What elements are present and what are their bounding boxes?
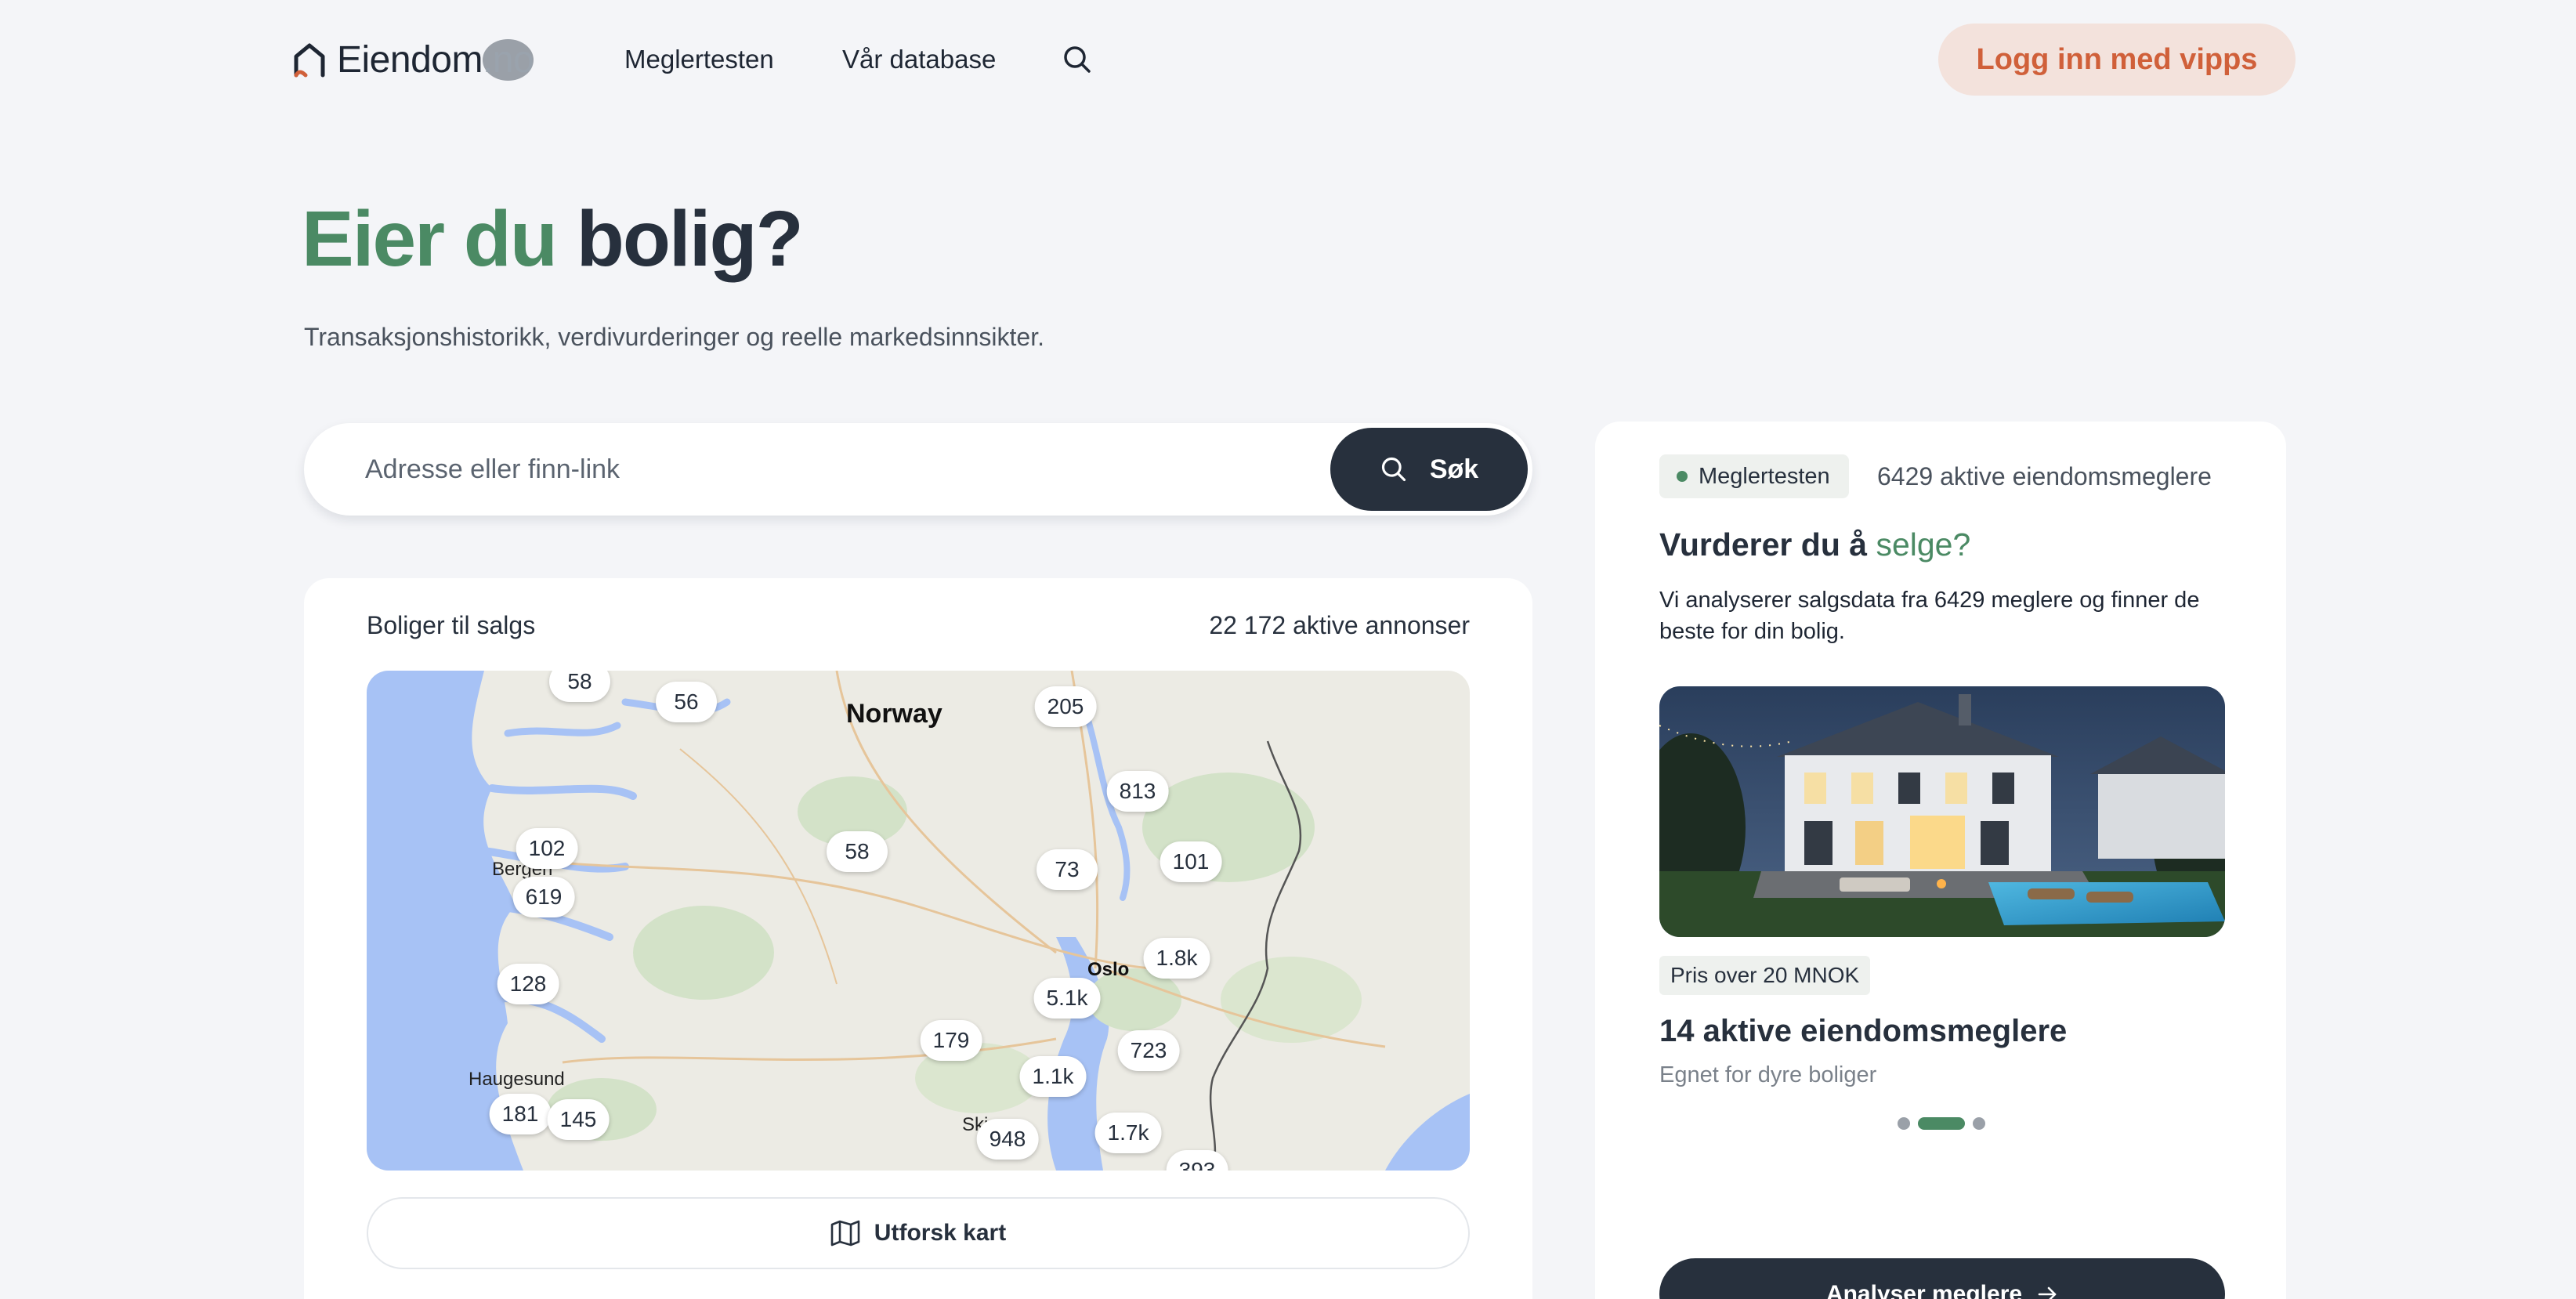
arrow-right-icon bbox=[2038, 1286, 2057, 1299]
address-search-input[interactable] bbox=[365, 447, 1274, 492]
analyse-button-label: Analyser meglere bbox=[1825, 1281, 2023, 1299]
nav-var-database[interactable]: Vår database bbox=[842, 41, 996, 78]
sell-description: Vi analyserer salgsdata fra 6429 meglere… bbox=[1659, 588, 2200, 644]
price-tag: Pris over 20 MNOK bbox=[1659, 956, 1871, 995]
hero-title-dark: bolig? bbox=[576, 195, 804, 283]
house-logo-icon bbox=[294, 43, 325, 78]
map-pin[interactable]: 56 bbox=[656, 682, 717, 722]
map-pin[interactable]: 205 bbox=[1034, 686, 1097, 727]
status-dot-icon bbox=[1677, 471, 1688, 482]
slide-subtitle: Egnet for dyre boliger bbox=[1659, 1062, 1877, 1087]
map-pin[interactable]: 393 bbox=[1166, 1150, 1228, 1171]
map-pin[interactable]: 1.1k bbox=[1019, 1056, 1087, 1097]
map-pin[interactable]: 181 bbox=[489, 1094, 552, 1134]
map-pin[interactable]: 73 bbox=[1037, 849, 1098, 890]
map-pin[interactable]: 723 bbox=[1117, 1030, 1180, 1071]
logo-text: Eiendom.no bbox=[337, 38, 534, 81]
listings-map-card: Boliger til salgs 22 172 aktive annonser bbox=[304, 578, 1532, 1299]
search-bar: Søk bbox=[304, 423, 1532, 516]
explore-map-label: Utforsk kart bbox=[874, 1220, 1007, 1246]
map-label-haugesund: Haugesund bbox=[469, 1069, 565, 1090]
map-card-title: Boliger til salgs bbox=[367, 611, 536, 639]
slide-agent-count: 14 aktive eiendomsmeglere bbox=[1659, 1014, 2068, 1048]
map-pin[interactable]: 1.8k bbox=[1143, 938, 1210, 979]
sell-title: Vurderer du å selge? bbox=[1659, 526, 1971, 563]
active-listings-count: 22 172 aktive annonser bbox=[1209, 611, 1470, 639]
house-image bbox=[1659, 686, 2225, 937]
map-icon bbox=[830, 1220, 860, 1247]
map-pin[interactable]: 58 bbox=[827, 831, 888, 872]
map-pin[interactable]: 1.7k bbox=[1094, 1113, 1162, 1153]
map-label-oslo: Oslo bbox=[1087, 959, 1130, 980]
search-button[interactable]: Søk bbox=[1330, 428, 1528, 511]
listings-map[interactable]: Norway Bergen Oslo Haugesund Ski 58 56 2… bbox=[367, 671, 1470, 1171]
explore-map-button[interactable]: Utforsk kart bbox=[367, 1197, 1470, 1269]
search-icon[interactable] bbox=[1062, 44, 1093, 75]
active-agents-count: 6429 aktive eiendomsmeglere bbox=[1877, 462, 2212, 490]
map-pin[interactable]: 179 bbox=[920, 1020, 982, 1061]
carousel-dot[interactable] bbox=[1898, 1117, 1910, 1130]
map-pin[interactable]: 145 bbox=[547, 1099, 610, 1140]
search-icon bbox=[1381, 457, 1406, 482]
badge-label: Meglertesten bbox=[1699, 463, 1830, 489]
nav-meglertesten[interactable]: Meglertesten bbox=[624, 41, 774, 78]
map-pin[interactable]: 5.1k bbox=[1033, 978, 1101, 1019]
carousel-dot-active[interactable] bbox=[1918, 1117, 1965, 1130]
hero-title-green: Eier du bbox=[302, 195, 558, 283]
carousel-dots bbox=[1898, 1117, 1985, 1130]
map-pin[interactable]: 128 bbox=[497, 964, 559, 1004]
carousel-dot[interactable] bbox=[1973, 1117, 1985, 1130]
search-button-label: Søk bbox=[1429, 454, 1479, 484]
meglertesten-badge: Meglertesten bbox=[1659, 454, 1849, 498]
hero-subtitle: Transaksjonshistorikk, verdivurderinger … bbox=[304, 323, 1044, 351]
broker-analysis-card: Meglertesten 6429 aktive eiendomsmeglere… bbox=[1595, 422, 2286, 1299]
map-pin[interactable]: 102 bbox=[516, 828, 578, 869]
hero-title: Eier du bolig? bbox=[302, 194, 804, 284]
map-pin[interactable]: 813 bbox=[1106, 771, 1169, 812]
analyse-agents-button[interactable]: Analyser meglere bbox=[1659, 1258, 2225, 1299]
map-pin[interactable]: 619 bbox=[512, 877, 575, 917]
logo[interactable]: Eiendom.no bbox=[291, 36, 534, 83]
vipps-login-button[interactable]: Logg inn med vipps bbox=[1938, 24, 2296, 96]
map-pin[interactable]: 58 bbox=[549, 671, 610, 702]
map-pin[interactable]: 948 bbox=[976, 1119, 1039, 1160]
map-pin[interactable]: 101 bbox=[1160, 841, 1222, 882]
map-label-norway: Norway bbox=[846, 699, 942, 729]
